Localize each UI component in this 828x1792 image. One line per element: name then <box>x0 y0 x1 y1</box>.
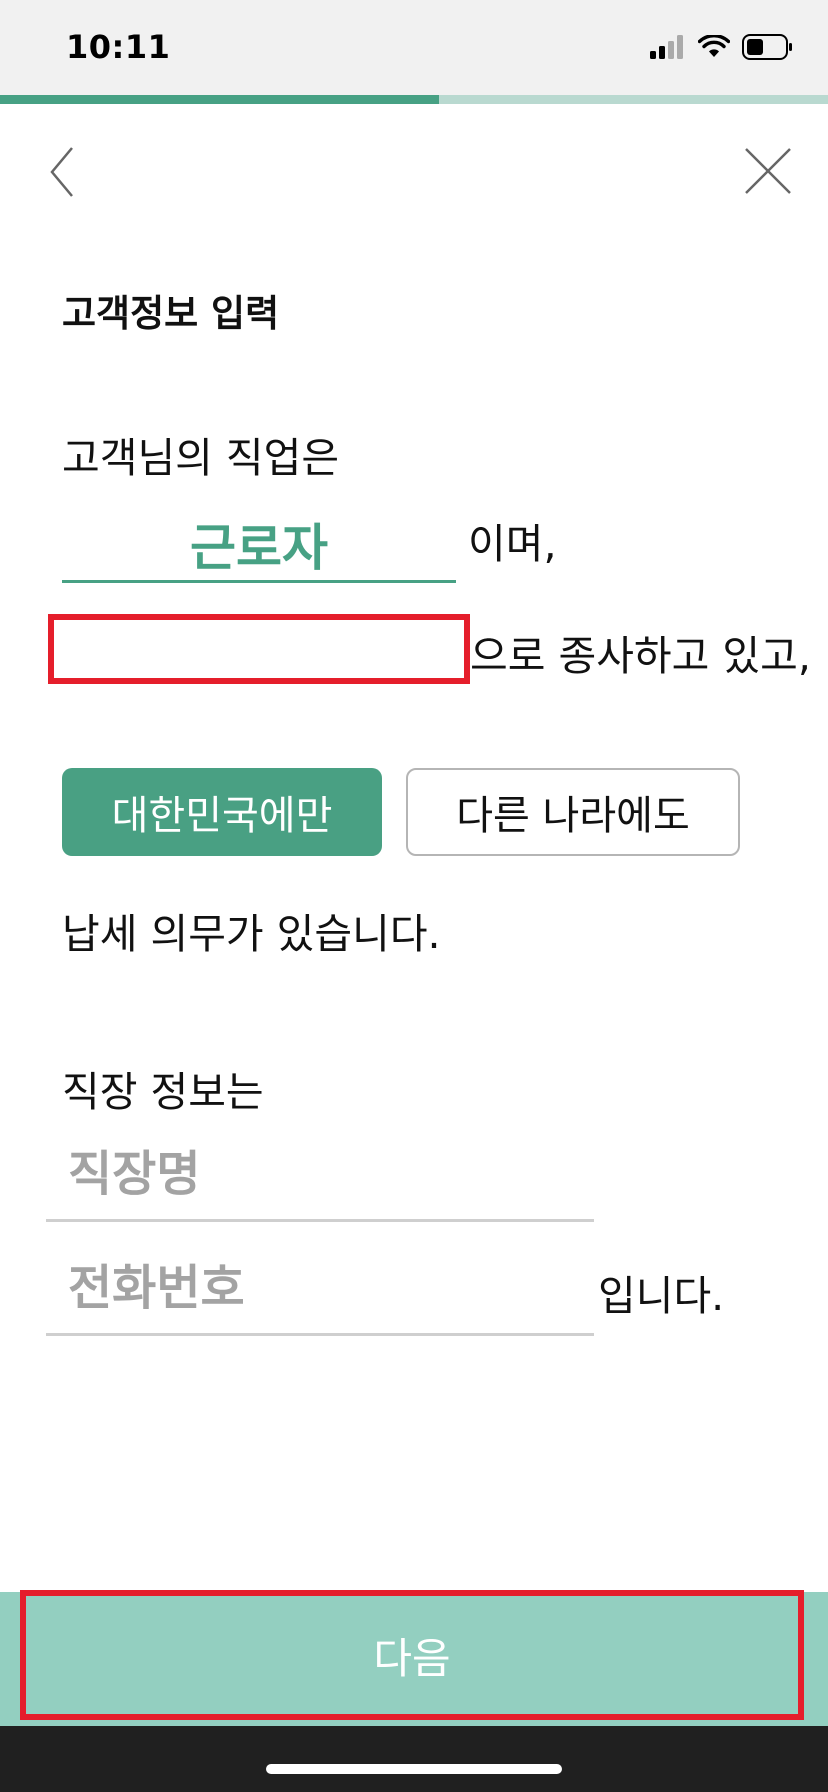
role-suffix: 으로 종사하고 있고, <box>470 632 811 680</box>
phone-field[interactable] <box>46 1248 594 1336</box>
progress-bar <box>0 95 828 104</box>
chevron-left-icon <box>50 147 73 197</box>
workplace-intro: 직장 정보는 <box>62 1068 264 1116</box>
tax-option-korea-only[interactable]: 대한민국에만 <box>62 768 382 856</box>
home-indicator[interactable] <box>266 1764 562 1774</box>
progress-fill <box>0 95 439 104</box>
tax-option-other-countries[interactable]: 다른 나라에도 <box>406 768 740 856</box>
role-input-highlight <box>48 614 470 684</box>
status-bar: 10:11 <box>0 0 828 95</box>
back-button[interactable] <box>42 140 86 204</box>
cellular-signal-icon <box>650 35 683 59</box>
company-name-field[interactable] <box>46 1134 594 1222</box>
page-title: 고객정보 입력 <box>62 292 280 335</box>
occupation-intro: 고객님의 직업은 <box>62 434 340 482</box>
occupation-select[interactable]: 근로자 <box>62 500 456 583</box>
close-button[interactable] <box>740 143 796 199</box>
phone-input[interactable] <box>68 1248 568 1328</box>
status-icons <box>650 34 794 60</box>
wifi-icon <box>698 35 730 57</box>
status-time: 10:11 <box>66 28 171 66</box>
tax-suffix: 납세 의무가 있습니다. <box>62 910 441 958</box>
occupation-value: 근로자 <box>190 519 328 577</box>
company-name-input[interactable] <box>68 1134 568 1214</box>
workplace-suffix: 입니다. <box>598 1272 725 1320</box>
occupation-suffix: 이며, <box>468 520 557 568</box>
next-button[interactable]: 다음 <box>20 1590 804 1720</box>
close-icon <box>745 148 791 194</box>
home-bar-area <box>0 1726 828 1792</box>
battery-icon <box>742 34 792 60</box>
